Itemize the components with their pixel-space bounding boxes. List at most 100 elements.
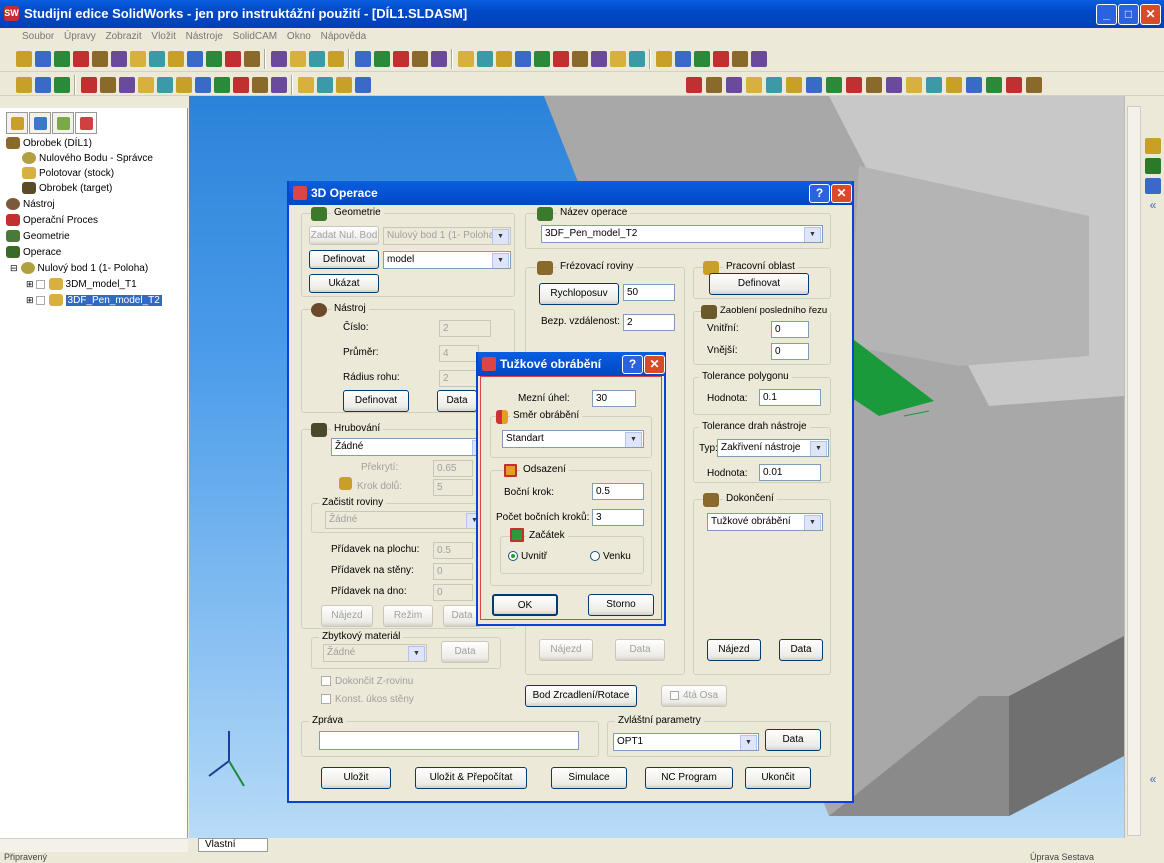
solidcam-toolbar-icon-3[interactable] bbox=[54, 77, 70, 93]
polygon-hodnota-field[interactable]: 0.1 bbox=[759, 389, 821, 406]
menu-item-napoveda[interactable]: Nápověda bbox=[321, 31, 367, 42]
solidcam-toolbar-icon-9[interactable] bbox=[176, 77, 192, 93]
tree-item-nastroj[interactable]: Nástroj bbox=[6, 197, 55, 212]
panel-horizontal-scrollbar[interactable] bbox=[0, 838, 188, 852]
standard-toolbar-icon-32[interactable] bbox=[629, 51, 645, 67]
view-toolbar-icon-9[interactable] bbox=[846, 77, 862, 93]
sub-close-button[interactable]: ✕ bbox=[644, 355, 665, 374]
rychloposuv-field[interactable]: 50 bbox=[623, 284, 675, 301]
bocni-krok-field[interactable]: 0.5 bbox=[592, 483, 644, 500]
standard-toolbar-icon-15[interactable] bbox=[290, 51, 306, 67]
view-toolbar-icon-18[interactable] bbox=[1026, 77, 1042, 93]
nulovy-bod-combo[interactable]: Nulový bod 1 (1- Poloha) bbox=[383, 227, 511, 245]
standard-toolbar-icon-18[interactable] bbox=[355, 51, 371, 67]
zacistit-combo[interactable]: Žádné bbox=[325, 511, 485, 529]
menu-item-vlozit[interactable]: Vložit bbox=[151, 31, 175, 42]
mezni-uhel-field[interactable]: 30 bbox=[592, 390, 636, 407]
standard-toolbar-icon-7[interactable] bbox=[130, 51, 146, 67]
frez-data-button[interactable]: Data bbox=[615, 639, 665, 661]
view-toolbar-icon-15[interactable] bbox=[966, 77, 982, 93]
standard-toolbar-icon-37[interactable] bbox=[732, 51, 748, 67]
view-toolbar-icon-11[interactable] bbox=[886, 77, 902, 93]
standard-toolbar-icon-26[interactable] bbox=[515, 51, 531, 67]
dokonceni-combo[interactable]: Tužkové obrábění bbox=[707, 513, 823, 531]
solidcam-toolbar-icon-17[interactable] bbox=[336, 77, 352, 93]
nazev-combo[interactable]: 3DF_Pen_model_T2 bbox=[541, 225, 823, 243]
standard-toolbar-icon-31[interactable] bbox=[610, 51, 626, 67]
bod-zrcadleni-button[interactable]: Bod Zrcadlení/Rotace bbox=[525, 685, 637, 707]
drah-hodnota-field[interactable]: 0.01 bbox=[759, 464, 821, 481]
standard-toolbar-icon-4[interactable] bbox=[73, 51, 89, 67]
tab-configuration-manager[interactable] bbox=[52, 112, 74, 134]
standard-toolbar-icon-19[interactable] bbox=[374, 51, 390, 67]
standard-toolbar-icon-27[interactable] bbox=[534, 51, 550, 67]
standard-toolbar-icon-9[interactable] bbox=[168, 51, 184, 67]
konst-ukos-checkbox[interactable]: Konst. úkos stěny bbox=[321, 693, 414, 707]
storno-button[interactable]: Storno bbox=[588, 594, 654, 616]
menu-item-upravy[interactable]: Úpravy bbox=[64, 31, 96, 42]
standard-toolbar-icon-24[interactable] bbox=[477, 51, 493, 67]
standard-toolbar-icon-22[interactable] bbox=[431, 51, 447, 67]
frez-najezd-button[interactable]: Nájezd bbox=[539, 639, 593, 661]
nc-program-button[interactable]: NC Program bbox=[645, 767, 733, 789]
pridavek-dno-field[interactable]: 0 bbox=[433, 584, 473, 601]
collapse-pane-icon[interactable]: « bbox=[1145, 198, 1161, 212]
tree-root-obrobek[interactable]: Obrobek (DÍL1) bbox=[6, 136, 92, 151]
menu-item-okno[interactable]: Okno bbox=[287, 31, 311, 42]
maximize-button[interactable]: □ bbox=[1118, 4, 1139, 25]
rychloposuv-button[interactable]: Rychloposuv bbox=[539, 283, 619, 305]
standard-toolbar-icon-13[interactable] bbox=[244, 51, 260, 67]
zprava-field[interactable] bbox=[319, 731, 579, 750]
op1-checkbox[interactable] bbox=[35, 279, 45, 289]
view-toolbar-icon-8[interactable] bbox=[826, 77, 842, 93]
ulozit-button[interactable]: Uložit bbox=[321, 767, 391, 789]
solidcam-toolbar-icon-13[interactable] bbox=[252, 77, 268, 93]
ukoncit-button[interactable]: Ukončit bbox=[745, 767, 811, 789]
smer-combo[interactable]: Standart bbox=[502, 430, 644, 448]
solidcam-toolbar-icon-10[interactable] bbox=[195, 77, 211, 93]
close-button[interactable]: ✕ bbox=[1140, 4, 1161, 25]
menu-item-soubor[interactable]: Soubor bbox=[22, 31, 54, 42]
pocet-kroku-field[interactable]: 3 bbox=[592, 509, 644, 526]
view-toolbar-icon-3[interactable] bbox=[726, 77, 742, 93]
standard-toolbar-icon-21[interactable] bbox=[412, 51, 428, 67]
prumer-field[interactable]: 4 bbox=[439, 345, 479, 362]
tree-item-operace[interactable]: Operace bbox=[6, 245, 61, 260]
uvnitr-radio[interactable]: Uvnitř bbox=[508, 550, 547, 564]
home-icon[interactable] bbox=[1145, 138, 1161, 154]
bezp-vzdalenost-field[interactable]: 2 bbox=[623, 314, 675, 331]
solidcam-toolbar-icon-7[interactable] bbox=[138, 77, 154, 93]
nastroj-data-button[interactable]: Data bbox=[437, 390, 477, 412]
view-toolbar-icon-17[interactable] bbox=[1006, 77, 1022, 93]
solidcam-toolbar-icon-12[interactable] bbox=[233, 77, 249, 93]
ctvrta-osa-button[interactable]: 4tá Osa bbox=[661, 685, 727, 707]
pridavek-steny-field[interactable]: 0 bbox=[433, 563, 473, 580]
definovat-nastroj-button[interactable]: Definovat bbox=[343, 390, 409, 412]
collapse-icon[interactable]: ⊟ bbox=[10, 263, 18, 273]
view-toolbar-icon-2[interactable] bbox=[706, 77, 722, 93]
standard-toolbar-icon-30[interactable] bbox=[591, 51, 607, 67]
ukazat-button[interactable]: Ukázat bbox=[309, 274, 379, 293]
tree-item-op1[interactable]: ⊞ 3DM_model_T1 bbox=[26, 277, 137, 292]
solidcam-toolbar-icon-16[interactable] bbox=[317, 77, 333, 93]
view-toolbar-icon-10[interactable] bbox=[866, 77, 882, 93]
tree-item-proces[interactable]: Operační Proces bbox=[6, 213, 98, 228]
solidcam-toolbar-icon-2[interactable] bbox=[35, 77, 51, 93]
solidcam-toolbar-icon-4[interactable] bbox=[81, 77, 97, 93]
solidcam-toolbar-icon-6[interactable] bbox=[119, 77, 135, 93]
prekryti-field[interactable]: 0.65 bbox=[433, 460, 473, 477]
simulace-button[interactable]: Simulace bbox=[551, 767, 627, 789]
krok-dolu-field[interactable]: 5 bbox=[433, 479, 473, 496]
solidcam-toolbar-icon-11[interactable] bbox=[214, 77, 230, 93]
standard-toolbar-icon-1[interactable] bbox=[16, 51, 32, 67]
standard-toolbar-icon-34[interactable] bbox=[675, 51, 691, 67]
ok-button[interactable]: OK bbox=[492, 594, 558, 616]
cislo-field[interactable]: 2 bbox=[439, 320, 491, 337]
tab-feature-manager[interactable] bbox=[6, 112, 28, 134]
view-toolbar-icon-16[interactable] bbox=[986, 77, 1002, 93]
pridavek-plocha-field[interactable]: 0.5 bbox=[433, 542, 473, 559]
search-icon[interactable] bbox=[1145, 178, 1161, 194]
vnitrni-field[interactable]: 0 bbox=[771, 321, 809, 338]
standard-toolbar-icon-16[interactable] bbox=[309, 51, 325, 67]
standard-toolbar-icon-29[interactable] bbox=[572, 51, 588, 67]
